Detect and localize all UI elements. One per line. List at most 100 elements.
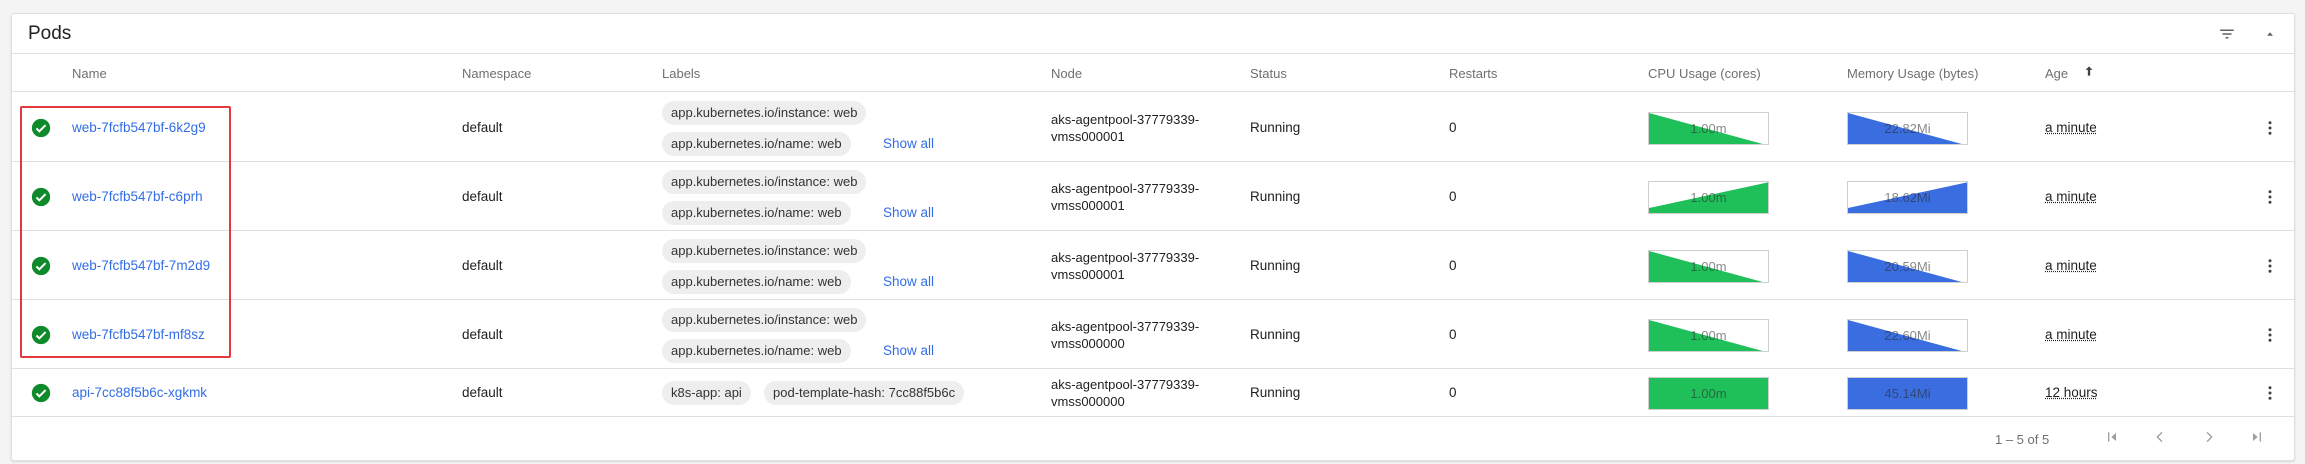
label-chip: app.kubernetes.io/instance: web bbox=[662, 169, 867, 194]
node-cell: aks-agentpool-37779339- vmss000001 bbox=[1051, 249, 1199, 283]
age-cell[interactable]: 12 hours bbox=[2045, 385, 2098, 400]
column-header-cpu: CPU Usage (cores) bbox=[1648, 66, 1761, 81]
cpu-sparkline: 1.00m bbox=[1648, 249, 1769, 283]
table-row[interactable]: web-7fcfb547bf-c6prh default app.kubernete… bbox=[12, 162, 2294, 231]
node-cell: aks-agentpool-37779339- vmss000001 bbox=[1051, 180, 1199, 214]
node-name-line2: vmss000001 bbox=[1051, 128, 1125, 144]
card-header: Pods bbox=[12, 14, 2294, 54]
column-header-node[interactable]: Node bbox=[1051, 66, 1082, 81]
column-header-namespace[interactable]: Namespace bbox=[462, 66, 531, 81]
restarts-cell: 0 bbox=[1449, 119, 1457, 135]
node-name-line1: aks-agentpool-37779339- bbox=[1051, 180, 1200, 196]
card-title: Pods bbox=[28, 23, 72, 44]
node-name-line1: aks-agentpool-37779339- bbox=[1051, 249, 1200, 265]
show-all-link[interactable]: Show all bbox=[883, 343, 934, 358]
pod-name-link[interactable]: api-7cc88f5b6c-xgkmk bbox=[72, 385, 207, 400]
arrow-up-icon[interactable] bbox=[2082, 64, 2096, 83]
chevron-right-icon[interactable] bbox=[2198, 426, 2220, 448]
chevron-left-icon[interactable] bbox=[2149, 426, 2171, 448]
pod-name-link[interactable]: web-7fcfb547bf-7m2d9 bbox=[72, 258, 210, 273]
more-vert-icon[interactable] bbox=[2258, 323, 2282, 347]
namespace-cell: default bbox=[462, 257, 503, 273]
status-cell: Running bbox=[1250, 257, 1301, 273]
memory-sparkline: 18.62Mi bbox=[1847, 180, 1968, 214]
memory-sparkline: 22.82Mi bbox=[1847, 111, 1968, 145]
check-circle-icon bbox=[31, 187, 51, 206]
label-chip: app.kubernetes.io/name: web bbox=[662, 200, 851, 225]
table-row[interactable]: api-7cc88f5b6c-xgkmk default k8s-app: api p… bbox=[12, 369, 2294, 417]
memory-value: 18.62Mi bbox=[1884, 189, 1931, 205]
namespace-cell: default bbox=[462, 119, 503, 135]
node-name-line2: vmss000000 bbox=[1051, 394, 1125, 409]
label-chip: pod-template-hash: 7cc88f5b6c bbox=[764, 381, 965, 405]
cpu-value: 1.00m bbox=[1690, 327, 1727, 343]
column-header-memory: Memory Usage (bytes) bbox=[1847, 66, 1979, 81]
cpu-sparkline: 1.00m bbox=[1648, 180, 1769, 214]
label-chip: app.kubernetes.io/name: web bbox=[662, 338, 851, 363]
restarts-cell: 0 bbox=[1449, 326, 1457, 342]
namespace-cell: default bbox=[462, 326, 503, 342]
show-all-link[interactable]: Show all bbox=[883, 274, 934, 289]
age-cell[interactable]: a minute bbox=[2045, 258, 2097, 273]
table-header: Name Namespace Labels Node Status Restar… bbox=[12, 54, 2294, 92]
more-vert-icon[interactable] bbox=[2258, 381, 2282, 405]
memory-sparkline: 22.60Mi bbox=[1847, 318, 1968, 352]
node-name-line2: vmss000000 bbox=[1051, 335, 1125, 351]
status-cell: Running bbox=[1250, 188, 1301, 204]
label-chip: k8s-app: api bbox=[662, 381, 751, 405]
node-name-line2: vmss000001 bbox=[1051, 197, 1125, 213]
age-cell[interactable]: a minute bbox=[2045, 120, 2097, 135]
restarts-cell: 0 bbox=[1449, 188, 1457, 204]
restarts-cell: 0 bbox=[1449, 385, 1457, 400]
column-header-name[interactable]: Name bbox=[72, 66, 107, 81]
node-name-line1: aks-agentpool-37779339- bbox=[1051, 318, 1200, 334]
check-circle-icon bbox=[31, 256, 51, 275]
more-vert-icon[interactable] bbox=[2258, 116, 2282, 140]
pagination-range: 1 – 5 of 5 bbox=[1995, 432, 2050, 447]
age-cell[interactable]: a minute bbox=[2045, 327, 2097, 342]
first-page-icon[interactable] bbox=[2101, 426, 2123, 448]
pod-name-link[interactable]: web-7fcfb547bf-6k2g9 bbox=[72, 120, 206, 135]
cpu-value: 1.00m bbox=[1690, 258, 1727, 274]
cpu-sparkline: 1.00m bbox=[1648, 318, 1769, 352]
memory-value: 22.82Mi bbox=[1884, 120, 1931, 136]
filter-icon[interactable] bbox=[2215, 22, 2239, 46]
pods-card: Pods Name Namespace Labels Node Status R… bbox=[11, 13, 2295, 461]
node-name-line2: vmss000001 bbox=[1051, 266, 1125, 282]
cpu-value: 1.00m bbox=[1690, 189, 1727, 205]
label-chip: app.kubernetes.io/instance: web bbox=[662, 307, 867, 332]
column-header-age[interactable]: Age bbox=[2045, 66, 2068, 81]
node-cell: aks-agentpool-37779339- vmss000000 bbox=[1051, 318, 1199, 352]
chevron-up-icon[interactable] bbox=[2258, 22, 2282, 46]
age-cell[interactable]: a minute bbox=[2045, 189, 2097, 204]
more-vert-icon[interactable] bbox=[2258, 254, 2282, 278]
column-header-status[interactable]: Status bbox=[1250, 66, 1287, 81]
pod-name-link[interactable]: web-7fcfb547bf-mf8sz bbox=[72, 327, 205, 342]
table-row[interactable]: web-7fcfb547bf-7m2d9 default app.kubernete… bbox=[12, 231, 2294, 300]
check-circle-icon bbox=[31, 383, 51, 403]
last-page-icon[interactable] bbox=[2246, 426, 2268, 448]
table-row[interactable]: web-7fcfb547bf-6k2g9 default app.kubernete… bbox=[12, 93, 2294, 162]
check-circle-icon bbox=[31, 325, 51, 344]
label-chip: app.kubernetes.io/instance: web bbox=[662, 100, 867, 125]
cpu-sparkline: 1.00m bbox=[1648, 377, 1769, 410]
check-circle-icon bbox=[31, 118, 51, 137]
cpu-sparkline: 1.00m bbox=[1648, 111, 1769, 145]
memory-sparkline: 45.14Mi bbox=[1847, 377, 1968, 410]
more-vert-icon[interactable] bbox=[2258, 185, 2282, 209]
node-name-line1: aks-agentpool-37779339- bbox=[1051, 377, 1200, 392]
status-cell: Running bbox=[1250, 326, 1301, 342]
table-row[interactable]: web-7fcfb547bf-mf8sz default app.kubernete… bbox=[12, 300, 2294, 369]
show-all-link[interactable]: Show all bbox=[883, 136, 934, 151]
memory-sparkline: 20.59Mi bbox=[1847, 249, 1968, 283]
cpu-value: 1.00m bbox=[1690, 386, 1727, 401]
memory-value: 22.60Mi bbox=[1884, 327, 1931, 343]
column-header-labels: Labels bbox=[662, 66, 701, 81]
show-all-link[interactable]: Show all bbox=[883, 205, 934, 220]
memory-value: 20.59Mi bbox=[1884, 258, 1931, 274]
namespace-cell: default bbox=[462, 188, 503, 204]
restarts-cell: 0 bbox=[1449, 257, 1457, 273]
column-header-restarts[interactable]: Restarts bbox=[1449, 66, 1497, 81]
pod-name-link[interactable]: web-7fcfb547bf-c6prh bbox=[72, 189, 203, 204]
label-chip: app.kubernetes.io/name: web bbox=[662, 131, 851, 156]
